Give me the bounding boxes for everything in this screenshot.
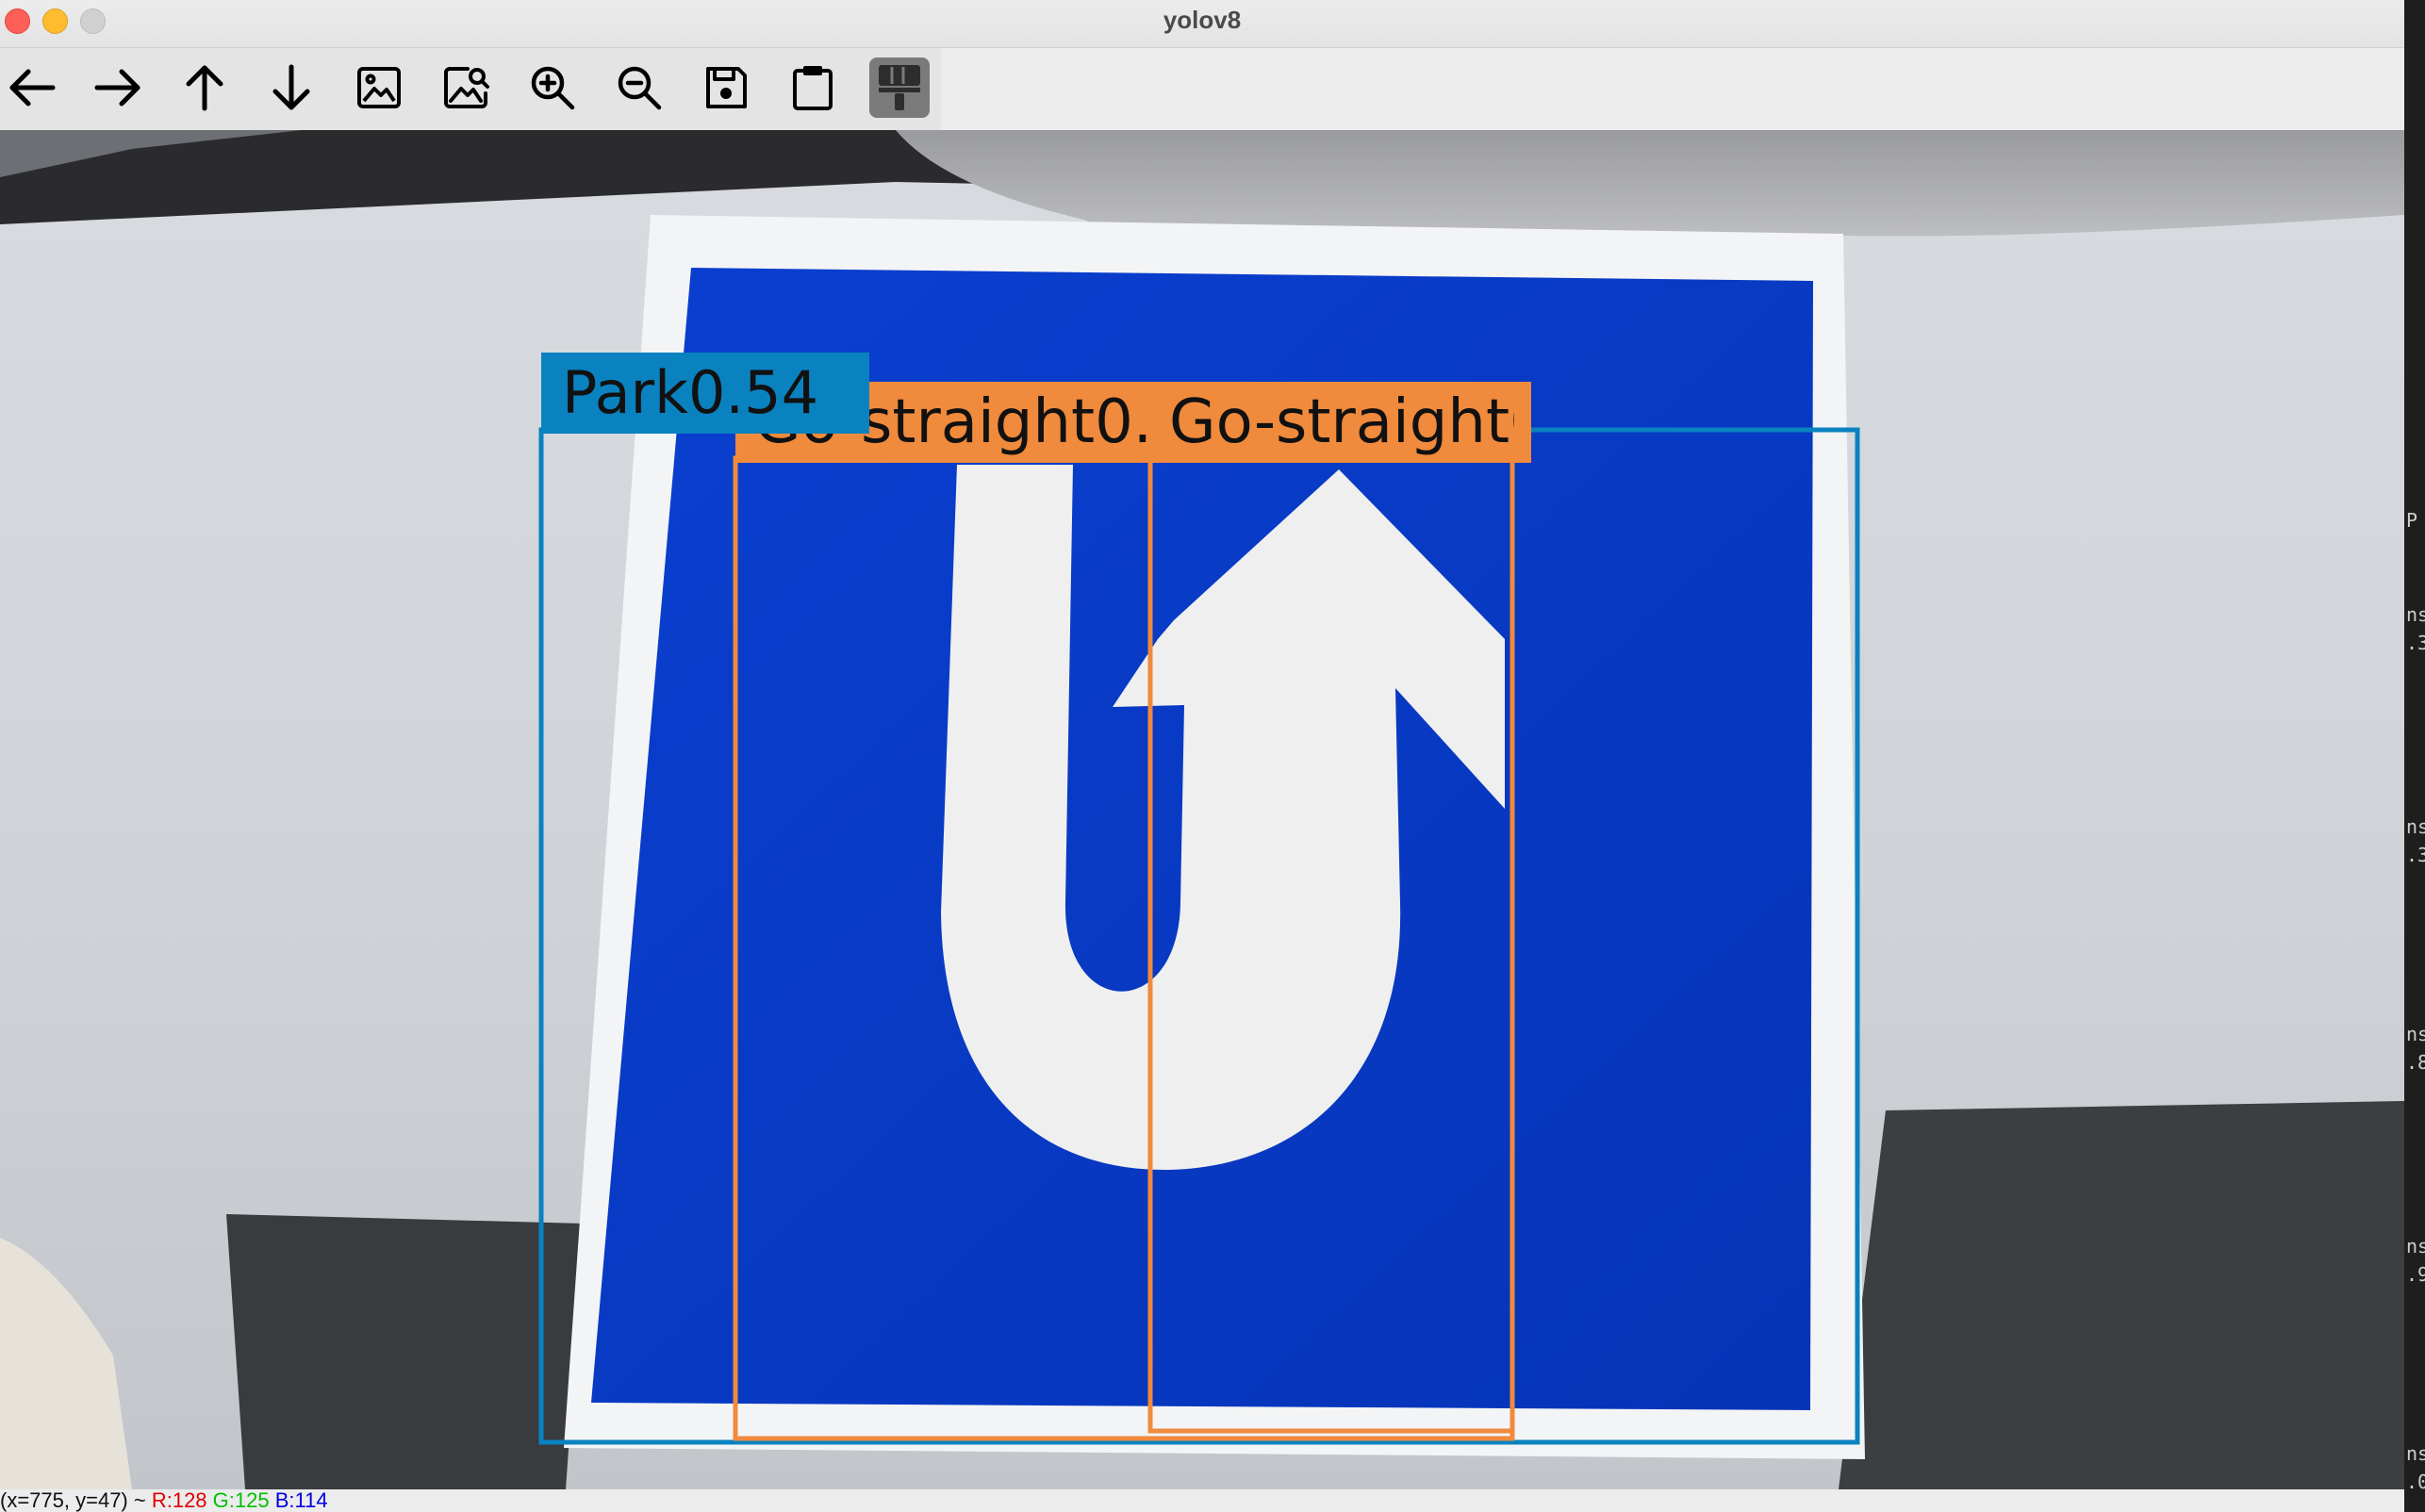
- pixel-blue-value: B:114: [274, 1488, 328, 1512]
- side-fragment: ns: [2406, 1023, 2425, 1045]
- park-label: Park0.54: [562, 358, 819, 427]
- arrow-right-icon: [94, 69, 140, 107]
- side-fragment: ns: [2406, 603, 2425, 626]
- zoom-in-icon: [531, 66, 575, 110]
- arrow-down-icon: [272, 64, 310, 110]
- zoom-in-button[interactable]: [522, 58, 583, 118]
- side-fragment: .0: [2406, 1471, 2425, 1493]
- copy-to-clipboard-button[interactable]: [783, 58, 843, 118]
- side-fragment: .9: [2406, 1263, 2425, 1286]
- side-fragment: .8: [2406, 1051, 2425, 1074]
- side-fragment: ns: [2406, 815, 2425, 838]
- go-straight-label-2: Go-straight0.89: [1169, 387, 1514, 457]
- pixel-red-value: R:128: [151, 1488, 207, 1512]
- image-icon: [357, 67, 401, 108]
- clipboard-icon: [793, 66, 833, 110]
- window-title: yolov8: [1163, 6, 1242, 34]
- status-bar: (x=775, y=47) ~ R:128 G:125 B:114: [0, 1489, 2404, 1512]
- pan-down-button[interactable]: [261, 58, 322, 118]
- image-search-button[interactable]: [436, 58, 496, 118]
- toolbar: [0, 48, 2404, 130]
- arrow-left-icon: [9, 69, 56, 107]
- image-canvas[interactable]: Go-straight0. Go-straight0.89 Park0.54: [0, 130, 2404, 1489]
- side-fragment: .3: [2406, 632, 2425, 654]
- camera-frame: [0, 130, 2404, 1489]
- background-window-edge: P ns .3 ns .3 ns .8 ns .9 ns .0: [2404, 0, 2425, 1512]
- image-search-icon: [444, 67, 489, 108]
- image-button[interactable]: [349, 58, 409, 118]
- side-fragment: ns: [2406, 1442, 2425, 1465]
- title-bar: yolov8: [0, 0, 2404, 48]
- dark-object-right: [1839, 1101, 2404, 1489]
- arrow-up-icon: [186, 65, 223, 111]
- go-straight-label-bg-2: Go-straight0.89: [1150, 382, 1514, 463]
- app-window: yolov8 Go-straight0. Go-straight Park0.5…: [0, 0, 2404, 1512]
- save-icon: [706, 67, 747, 108]
- cursor-coords: (x=775, y=47) ~: [0, 1488, 152, 1512]
- pixel-green-value: G:125: [212, 1488, 270, 1512]
- side-fragment: .3: [2406, 844, 2425, 866]
- side-fragment: ns: [2406, 1235, 2425, 1257]
- forward-button[interactable]: [88, 58, 148, 118]
- side-fragment: P: [2406, 509, 2418, 532]
- toolbar-button-strip: [0, 48, 941, 130]
- save-button[interactable]: [696, 58, 756, 118]
- pan-up-button[interactable]: [174, 58, 235, 118]
- zoom-out-button[interactable]: [609, 58, 669, 118]
- zoom-out-icon: [618, 66, 662, 110]
- paint-roller-icon: [879, 65, 920, 110]
- back-button[interactable]: [2, 58, 62, 118]
- properties-button[interactable]: [869, 58, 930, 118]
- park-label-bg: Park0.54: [541, 353, 869, 434]
- dark-object-left: [226, 1214, 585, 1489]
